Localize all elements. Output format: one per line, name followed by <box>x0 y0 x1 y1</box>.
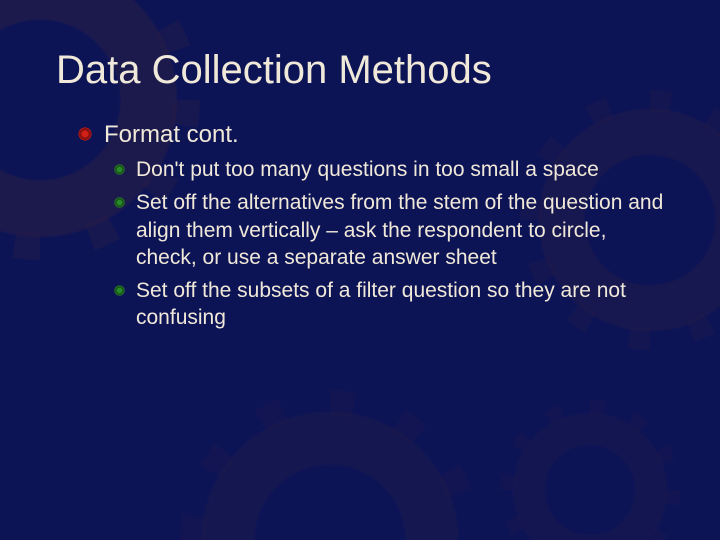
bullet-list-level1: Format cont. Don't put too many question… <box>56 120 664 332</box>
bullet-text: Set off the alternatives from the stem o… <box>136 191 663 269</box>
level1-label: Format cont. <box>104 121 239 148</box>
bullet-list-level2: Don't put too many questions in too smal… <box>104 156 664 332</box>
slide-container: Data Collection Methods Format cont. Don… <box>0 0 720 540</box>
bullet-text: Set off the subsets of a filter question… <box>136 279 626 329</box>
list-item: Don't put too many questions in too smal… <box>136 156 664 183</box>
bullet-text: Don't put too many questions in too smal… <box>136 158 599 181</box>
list-item: Set off the subsets of a filter question… <box>136 277 664 332</box>
list-item: Set off the alternatives from the stem o… <box>136 189 664 271</box>
slide-title: Data Collection Methods <box>56 48 664 92</box>
list-item: Format cont. Don't put too many question… <box>104 120 664 332</box>
